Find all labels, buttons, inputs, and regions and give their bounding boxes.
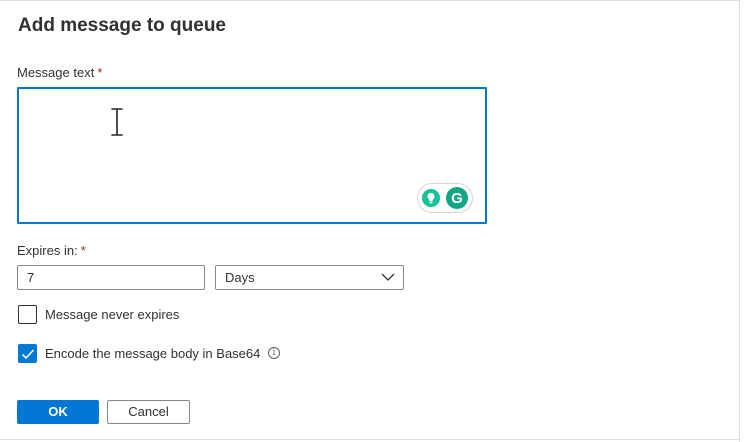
expires-value-input[interactable]: 7	[17, 265, 205, 290]
message-text-area[interactable]: G	[17, 87, 487, 224]
message-text-label: Message text *	[17, 65, 102, 80]
add-message-panel: Add message to queue Message text * G Exp…	[0, 0, 740, 442]
dialog-title: Add message to queue	[18, 15, 226, 36]
expires-unit-dropdown[interactable]: Days	[215, 265, 404, 290]
encode-base64-checkbox[interactable]	[18, 344, 37, 363]
grammarly-icon[interactable]: G	[446, 187, 468, 209]
ok-button[interactable]: OK	[17, 400, 99, 424]
expires-unit-selected: Days	[225, 270, 255, 285]
grammarly-widget[interactable]: G	[417, 183, 473, 213]
never-expires-label: Message never expires	[45, 307, 180, 322]
panel-edge	[739, 0, 740, 442]
checkmark-icon	[21, 349, 35, 360]
expires-label: Expires in: *	[17, 243, 86, 258]
required-asterisk: *	[97, 65, 103, 80]
top-divider	[0, 0, 740, 1]
encode-base64-label: Encode the message body in Base64	[45, 346, 261, 361]
cancel-button[interactable]: Cancel	[107, 400, 190, 424]
expires-label-text: Expires in:	[17, 243, 78, 258]
message-text-label-text: Message text	[17, 65, 95, 80]
required-asterisk: *	[80, 243, 86, 258]
chevron-down-icon	[381, 273, 395, 281]
bottom-divider	[0, 439, 740, 440]
never-expires-checkbox[interactable]	[18, 305, 37, 324]
text-cursor-icon	[110, 107, 124, 137]
lightbulb-icon[interactable]	[422, 189, 440, 207]
info-icon[interactable]: i	[268, 347, 280, 359]
